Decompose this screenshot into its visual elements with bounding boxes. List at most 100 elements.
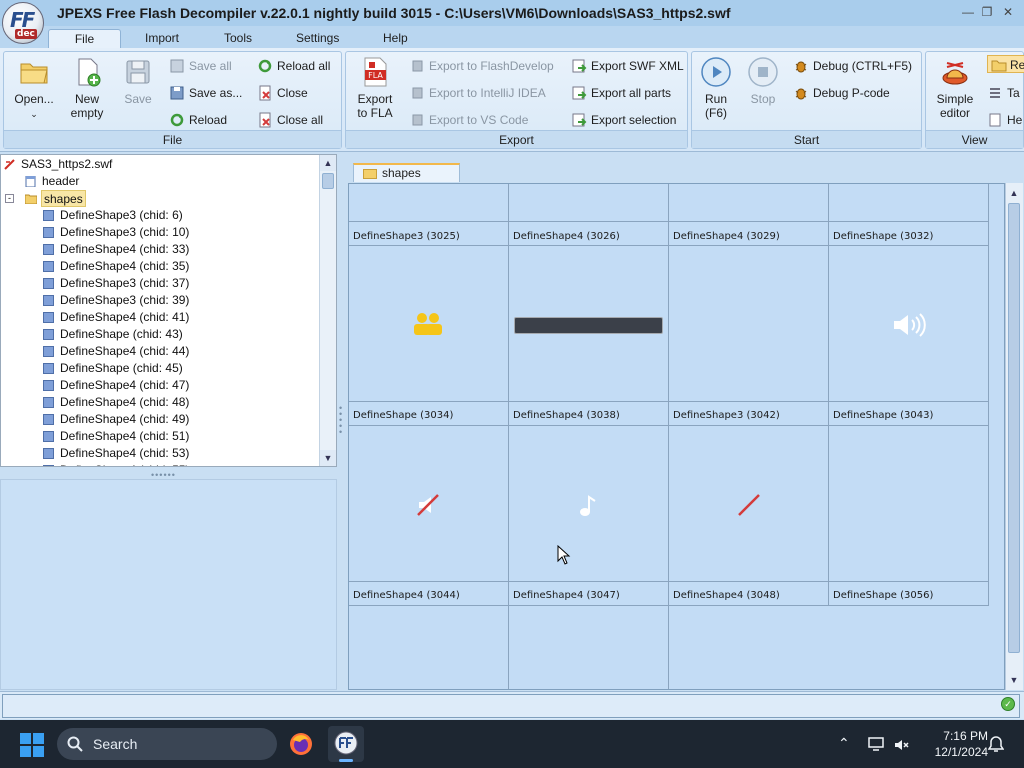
tree-shape-label: DefineShape4 (chid: 41) (60, 310, 190, 324)
tree-shape-label: DefineShape4 (chid: 33) (60, 242, 190, 256)
reload-all-button[interactable]: Reload all (257, 57, 330, 75)
grid-scroll-down-icon[interactable]: ▼ (1006, 672, 1022, 688)
grid-cell[interactable]: DefineShape (3043) (829, 246, 989, 426)
grid-cell[interactable]: DefineShape4 (3026) (509, 184, 669, 246)
save-button[interactable]: Save (118, 56, 158, 106)
firefox-taskbar-icon[interactable] (283, 726, 319, 762)
taskbar-search[interactable]: Search (57, 728, 277, 760)
grid-cell[interactable]: DefineShape (3032) (829, 184, 989, 246)
close-button[interactable]: Close (257, 84, 308, 102)
network-icon[interactable] (868, 736, 886, 752)
new-empty-button[interactable]: New empty (65, 56, 109, 120)
status-ok-icon: ✓ (1001, 697, 1015, 711)
collapse-toggle-icon[interactable]: - (5, 194, 14, 203)
shape-icon (43, 329, 54, 340)
cell-label: DefineShape4 (3029) (673, 231, 780, 242)
export-swf-xml-button[interactable]: Export SWF XML (571, 57, 684, 75)
ribbon-tabs: File Import Tools Settings Help (0, 26, 1024, 48)
scroll-down-icon[interactable]: ▼ (320, 450, 336, 466)
grid-cell[interactable]: DefineShape4 (3029) (669, 184, 829, 246)
search-placeholder: Search (93, 736, 138, 752)
grid-scroll-thumb[interactable] (1008, 203, 1020, 653)
grid-cell[interactable]: DefineShape (3034) (349, 246, 509, 426)
grid-cell[interactable] (349, 606, 509, 689)
grid-cell[interactable]: DefineShape4 (3044) (349, 426, 509, 606)
save-label: Save (124, 92, 152, 106)
ffdec-taskbar-icon[interactable] (328, 726, 364, 762)
tab-tools[interactable]: Tools (210, 29, 266, 48)
taskbar-clock[interactable]: 7:16 PM 12/1/2024 (918, 728, 988, 760)
cell-label: DefineShape4 (3044) (353, 590, 460, 601)
grid-scrollbar[interactable]: ▲ ▼ (1005, 183, 1023, 690)
ffdec-icon (334, 731, 358, 755)
view-tags-button[interactable]: Ta (987, 84, 1020, 102)
grid-cell[interactable]: DefineShape4 (3038) (509, 246, 669, 426)
view-hex-label: He (1007, 113, 1023, 127)
save-all-icon (170, 59, 184, 73)
windows-start-icon[interactable] (20, 733, 44, 757)
save-as-button[interactable]: Save as... (169, 84, 242, 102)
grid-cell[interactable]: DefineShape3 (3025) (349, 184, 509, 246)
tab-file[interactable]: File (48, 29, 121, 48)
cell-label: DefineShape3 (3025) (353, 231, 460, 242)
grid-cell[interactable] (509, 606, 669, 689)
grid-cell[interactable]: DefineShape4 (3047) (509, 426, 669, 606)
shape-icon (43, 278, 54, 289)
restore-button[interactable]: ❐ (979, 5, 995, 19)
tab-help[interactable]: Help (369, 29, 422, 48)
tree-shape-label: DefineShape3 (chid: 6) (60, 208, 183, 222)
save-all-button[interactable]: Save all (169, 57, 232, 75)
tree-scroll-thumb[interactable] (322, 173, 334, 189)
cell-label: DefineShape (3032) (833, 231, 934, 242)
grid-cell[interactable]: DefineShape (3056) (829, 426, 989, 606)
export-vscode-button[interactable]: Export to VS Code (409, 111, 528, 129)
view-resources-button[interactable]: Re (987, 55, 1024, 73)
debug-pcode-button[interactable]: Debug P-code (793, 84, 890, 102)
debug-button[interactable]: Debug (CTRL+F5) (793, 57, 912, 75)
shape-icon (43, 431, 54, 442)
run-label-2: (F6) (705, 106, 727, 120)
shape-icon (43, 414, 54, 425)
app-logo[interactable]: FF dec (2, 2, 44, 44)
save-as-icon (170, 86, 184, 100)
export-selection-button[interactable]: Export selection (571, 111, 676, 129)
stop-label: Stop (750, 92, 776, 106)
export-flashdevelop-button[interactable]: Export to FlashDevelop (409, 57, 554, 75)
minimize-button[interactable]: — (960, 5, 976, 19)
scroll-up-icon[interactable]: ▲ (320, 155, 336, 171)
new-file-icon (78, 58, 101, 87)
export-fla-button[interactable]: FLA Export to FLA (351, 56, 399, 120)
grid-scroll-up-icon[interactable]: ▲ (1006, 185, 1022, 201)
view-tags-label: Ta (1007, 86, 1020, 100)
tree-scrollbar[interactable]: ▲ ▼ (319, 155, 336, 466)
new-label-2: empty (70, 106, 104, 120)
status-field (2, 694, 1020, 718)
simple-editor-button[interactable]: Simple editor (929, 56, 981, 120)
reload-button[interactable]: Reload (169, 111, 227, 129)
export-intellij-button[interactable]: Export to IntelliJ IDEA (409, 84, 546, 102)
run-button[interactable]: Run (F6) (698, 56, 734, 120)
export-group-label: Export (346, 130, 687, 148)
export-intellij-label: Export to IntelliJ IDEA (429, 86, 546, 100)
view-hex-button[interactable]: He (987, 111, 1022, 129)
shapes-folder-tab[interactable]: shapes (353, 163, 460, 182)
notification-bell-icon[interactable] (988, 735, 1004, 753)
close-window-button[interactable]: ✕ (1000, 5, 1016, 19)
grid-cell[interactable]: DefineShape4 (3048) (669, 426, 829, 606)
propeller-hat-icon (942, 62, 968, 85)
stop-button[interactable]: Stop (745, 56, 781, 106)
cell-label: DefineShape (3034) (353, 410, 454, 421)
close-label: Close (277, 86, 308, 100)
open-button[interactable]: Open... ⌄ (9, 56, 59, 121)
tab-settings[interactable]: Settings (282, 29, 353, 48)
simple-editor-label-1: Simple (936, 92, 974, 106)
chevron-up-icon[interactable]: ⌃ (838, 735, 850, 752)
export-all-parts-button[interactable]: Export all parts (571, 84, 671, 102)
grid-cell[interactable]: DefineShape3 (3042) (669, 246, 829, 426)
tab-import[interactable]: Import (131, 29, 193, 48)
close-all-button[interactable]: Close all (257, 111, 323, 129)
volume-muted-icon[interactable] (893, 737, 909, 753)
vertical-splitter[interactable]: • • • • • (339, 404, 343, 437)
cell-label: DefineShape4 (3047) (513, 590, 620, 601)
title-bar: JPEXS Free Flash Decompiler v.22.0.1 nig… (0, 0, 1024, 26)
